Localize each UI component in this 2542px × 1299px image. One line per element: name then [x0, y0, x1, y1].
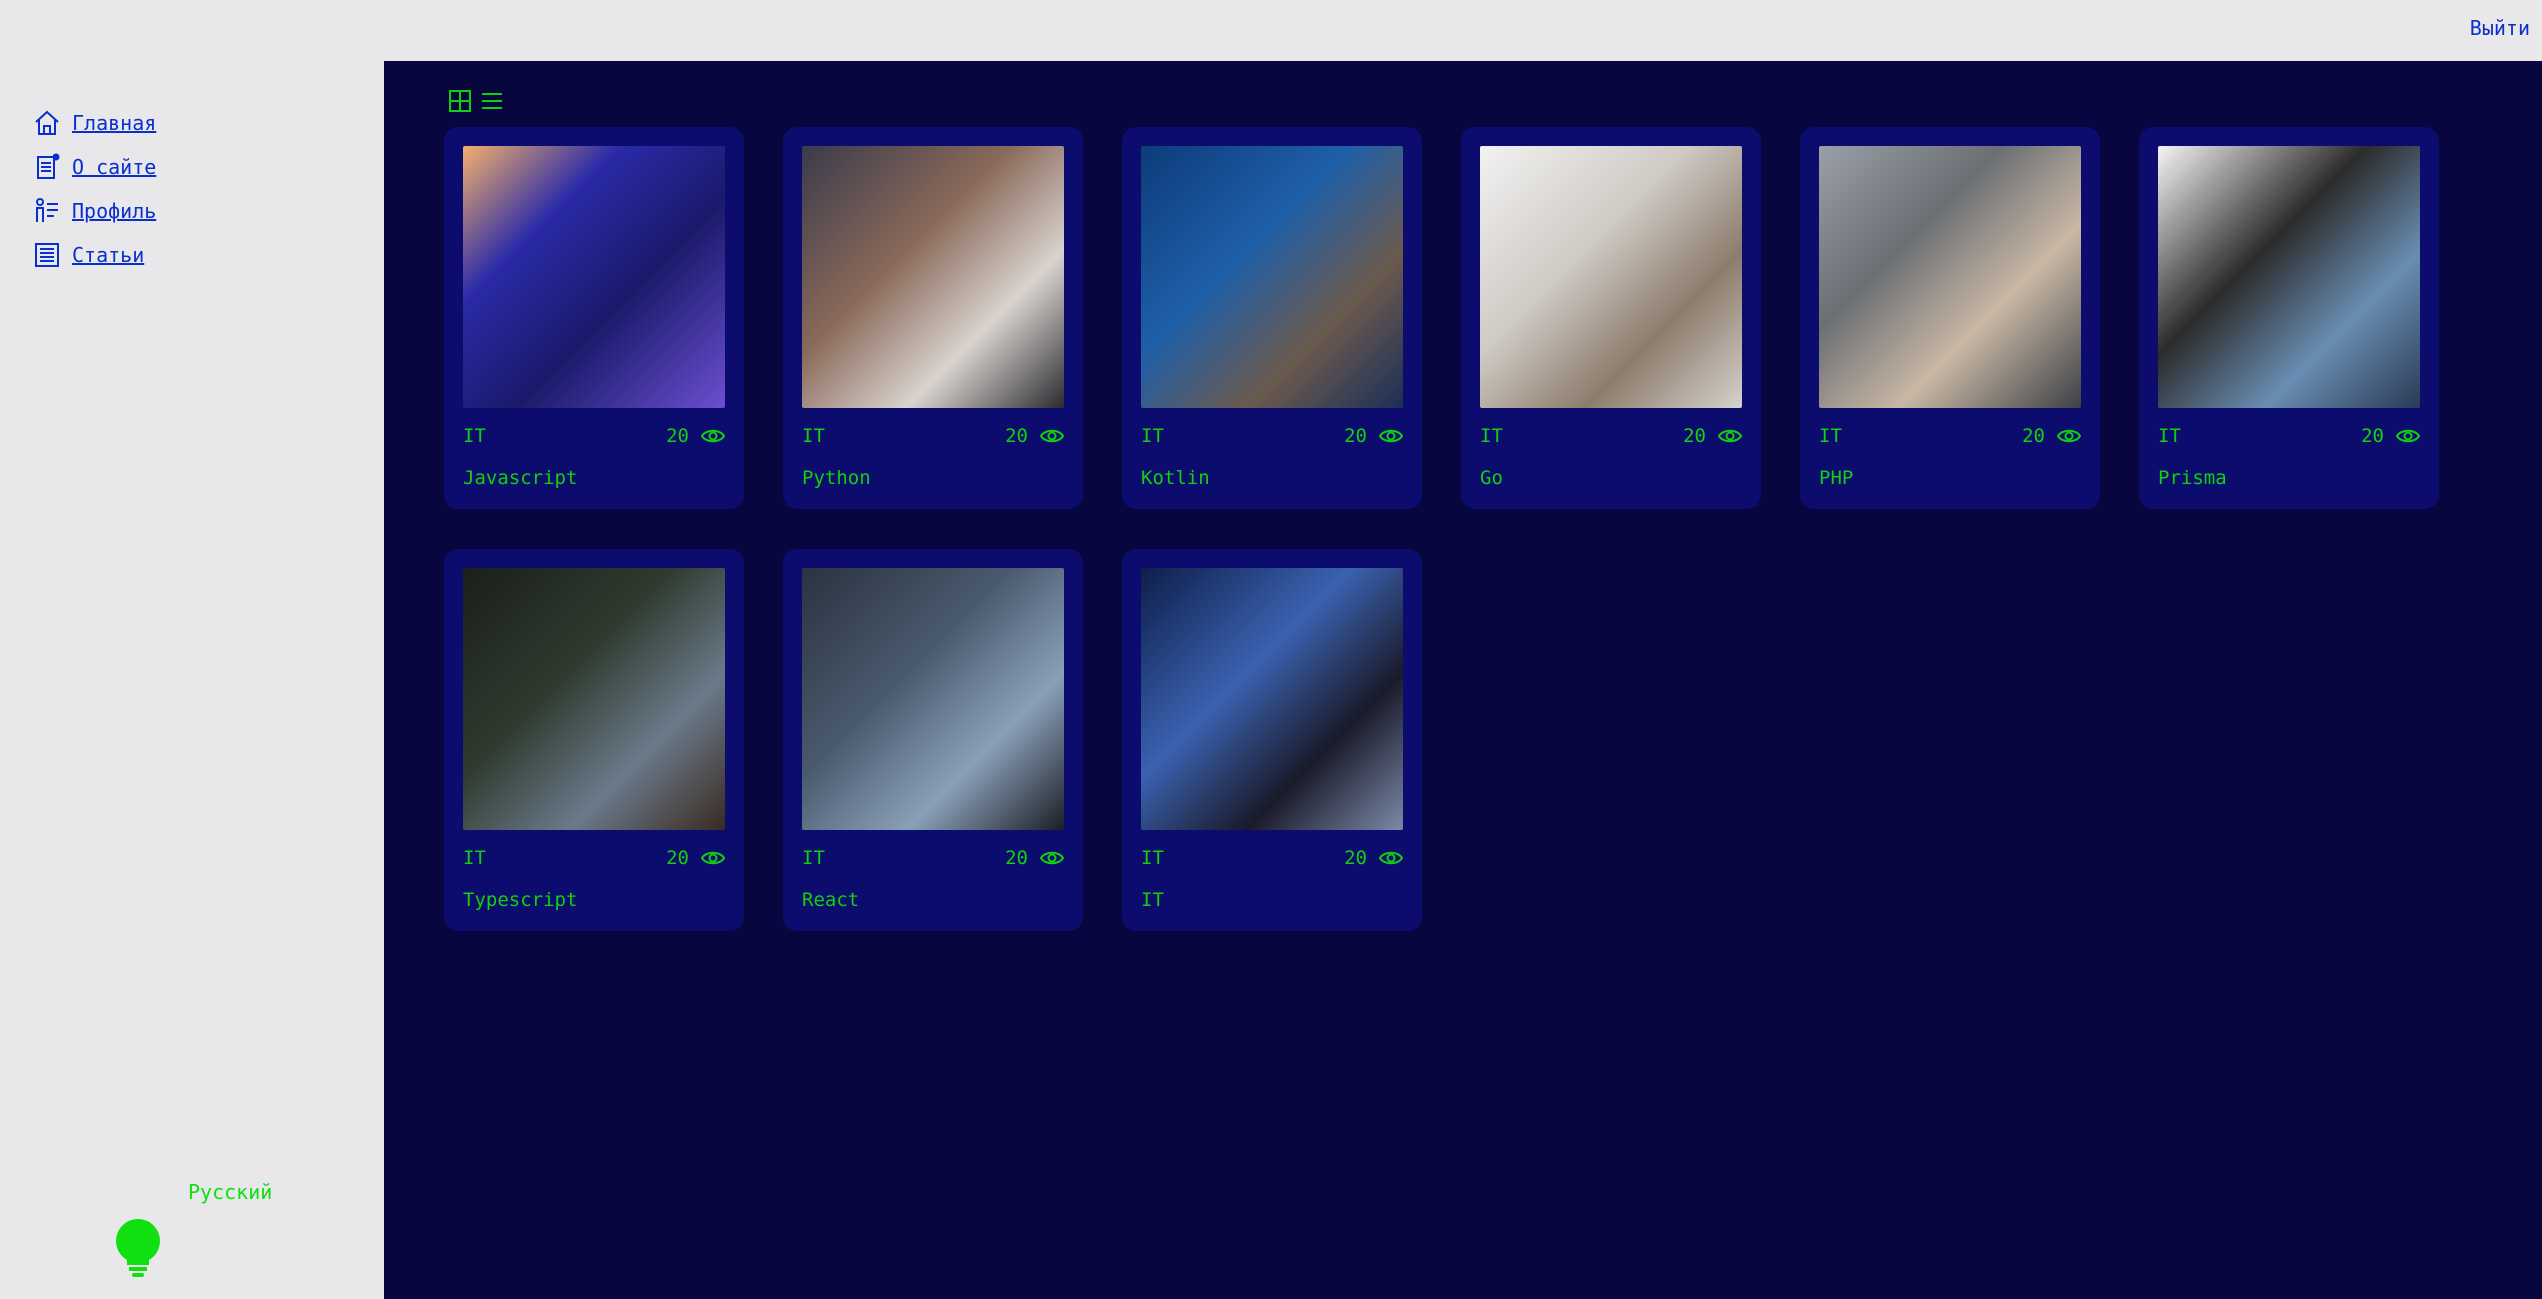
views-count: 20 — [666, 425, 689, 447]
article-meta: IT 20 — [1819, 425, 2081, 447]
article-image — [2158, 146, 2420, 408]
article-category: IT — [463, 847, 486, 869]
article-title: PHP — [1819, 467, 1854, 489]
language-switcher[interactable]: Русский — [188, 1180, 272, 1204]
article-views: 20 — [1683, 425, 1742, 447]
sidebar-item-articles[interactable]: Статьи — [32, 233, 156, 277]
article-title: Python — [802, 467, 871, 489]
list-view-button[interactable] — [480, 89, 504, 113]
article-views: 20 — [1344, 425, 1403, 447]
logout-button[interactable]: Выйти — [2470, 16, 2530, 40]
profile-list-icon — [36, 198, 58, 222]
article-views: 20 — [666, 425, 725, 447]
main-content: IT 20 Javascript IT 20 Python IT 20 Kotl… — [384, 61, 2542, 1299]
eye-icon — [701, 429, 725, 443]
article-meta: IT 20 — [802, 847, 1064, 869]
article-views: 20 — [1005, 425, 1064, 447]
articles-icon — [35, 243, 59, 267]
views-count: 20 — [1005, 847, 1028, 869]
article-title: Typescript — [463, 889, 578, 911]
sidebar-item-label: Статьи — [72, 243, 145, 267]
article-image — [1819, 146, 2081, 408]
sidebar-item-label: Профиль — [72, 199, 157, 223]
eye-icon — [701, 851, 725, 865]
eye-icon — [1379, 851, 1403, 865]
article-category: IT — [1141, 425, 1164, 447]
article-views: 20 — [2361, 425, 2420, 447]
document-icon — [37, 153, 60, 179]
article-card[interactable]: IT 20 Python — [783, 127, 1083, 509]
article-title: Javascript — [463, 467, 578, 489]
home-icon — [35, 110, 59, 135]
article-title: Go — [1480, 467, 1503, 489]
sidebar-item-label: О сайте — [72, 155, 157, 179]
article-card[interactable]: IT 20 Go — [1461, 127, 1761, 509]
eye-icon — [1040, 429, 1064, 443]
article-views: 20 — [2022, 425, 2081, 447]
top-bar: Выйти — [0, 0, 2542, 61]
sidebar-item-home[interactable]: Главная — [32, 101, 156, 145]
article-meta: IT 20 — [2158, 425, 2420, 447]
article-title: IT — [1141, 889, 1164, 911]
list-view-icon — [482, 93, 502, 109]
article-image — [463, 146, 725, 408]
article-image — [463, 568, 725, 830]
article-category: IT — [463, 425, 486, 447]
views-count: 20 — [1005, 425, 1028, 447]
article-title: Kotlin — [1141, 467, 1210, 489]
article-category: IT — [1480, 425, 1503, 447]
article-card[interactable]: IT 20 Kotlin — [1122, 127, 1422, 509]
views-count: 20 — [2361, 425, 2384, 447]
article-card[interactable]: IT 20 Javascript — [444, 127, 744, 509]
article-image — [1480, 146, 1742, 408]
sidebar: Главная О сайте Профиль Статьи Русский — [0, 61, 384, 1299]
sidebar-item-label: Главная — [72, 111, 157, 135]
article-card[interactable]: IT 20 Typescript — [444, 549, 744, 931]
views-count: 20 — [1344, 847, 1367, 869]
views-count: 20 — [1344, 425, 1367, 447]
sidebar-item-profile[interactable]: Профиль — [32, 189, 156, 233]
article-meta: IT 20 — [463, 425, 725, 447]
article-category: IT — [1819, 425, 1842, 447]
article-meta: IT 20 — [802, 425, 1064, 447]
sidebar-nav: Главная О сайте Профиль Статьи — [32, 101, 156, 277]
article-meta: IT 20 — [463, 847, 725, 869]
article-card[interactable]: IT 20 IT — [1122, 549, 1422, 931]
views-count: 20 — [2022, 425, 2045, 447]
grid-view-button[interactable] — [448, 89, 472, 113]
article-meta: IT 20 — [1141, 425, 1403, 447]
article-views: 20 — [1005, 847, 1064, 869]
article-card[interactable]: IT 20 React — [783, 549, 1083, 931]
article-meta: IT 20 — [1141, 847, 1403, 869]
article-image — [1141, 146, 1403, 408]
article-meta: IT 20 — [1480, 425, 1742, 447]
article-title: React — [802, 889, 860, 911]
article-card[interactable]: IT 20 PHP — [1800, 127, 2100, 509]
sidebar-item-about[interactable]: О сайте — [32, 145, 156, 189]
eye-icon — [1040, 851, 1064, 865]
article-image — [802, 146, 1064, 408]
view-switcher — [448, 89, 504, 113]
articles-grid: IT 20 Javascript IT 20 Python IT 20 Kotl… — [444, 127, 2439, 931]
article-title: Prisma — [2158, 467, 2227, 489]
article-views: 20 — [1344, 847, 1403, 869]
article-card[interactable]: IT 20 Prisma — [2139, 127, 2439, 509]
article-category: IT — [1141, 847, 1164, 869]
article-image — [1141, 568, 1403, 830]
article-category: IT — [802, 425, 825, 447]
eye-icon — [1379, 429, 1403, 443]
eye-icon — [1718, 429, 1742, 443]
article-views: 20 — [666, 847, 725, 869]
lightbulb-icon[interactable] — [112, 1219, 164, 1277]
eye-icon — [2396, 429, 2420, 443]
grid-view-icon — [449, 90, 471, 112]
article-category: IT — [802, 847, 825, 869]
views-count: 20 — [1683, 425, 1706, 447]
views-count: 20 — [666, 847, 689, 869]
article-category: IT — [2158, 425, 2181, 447]
article-image — [802, 568, 1064, 830]
eye-icon — [2057, 429, 2081, 443]
